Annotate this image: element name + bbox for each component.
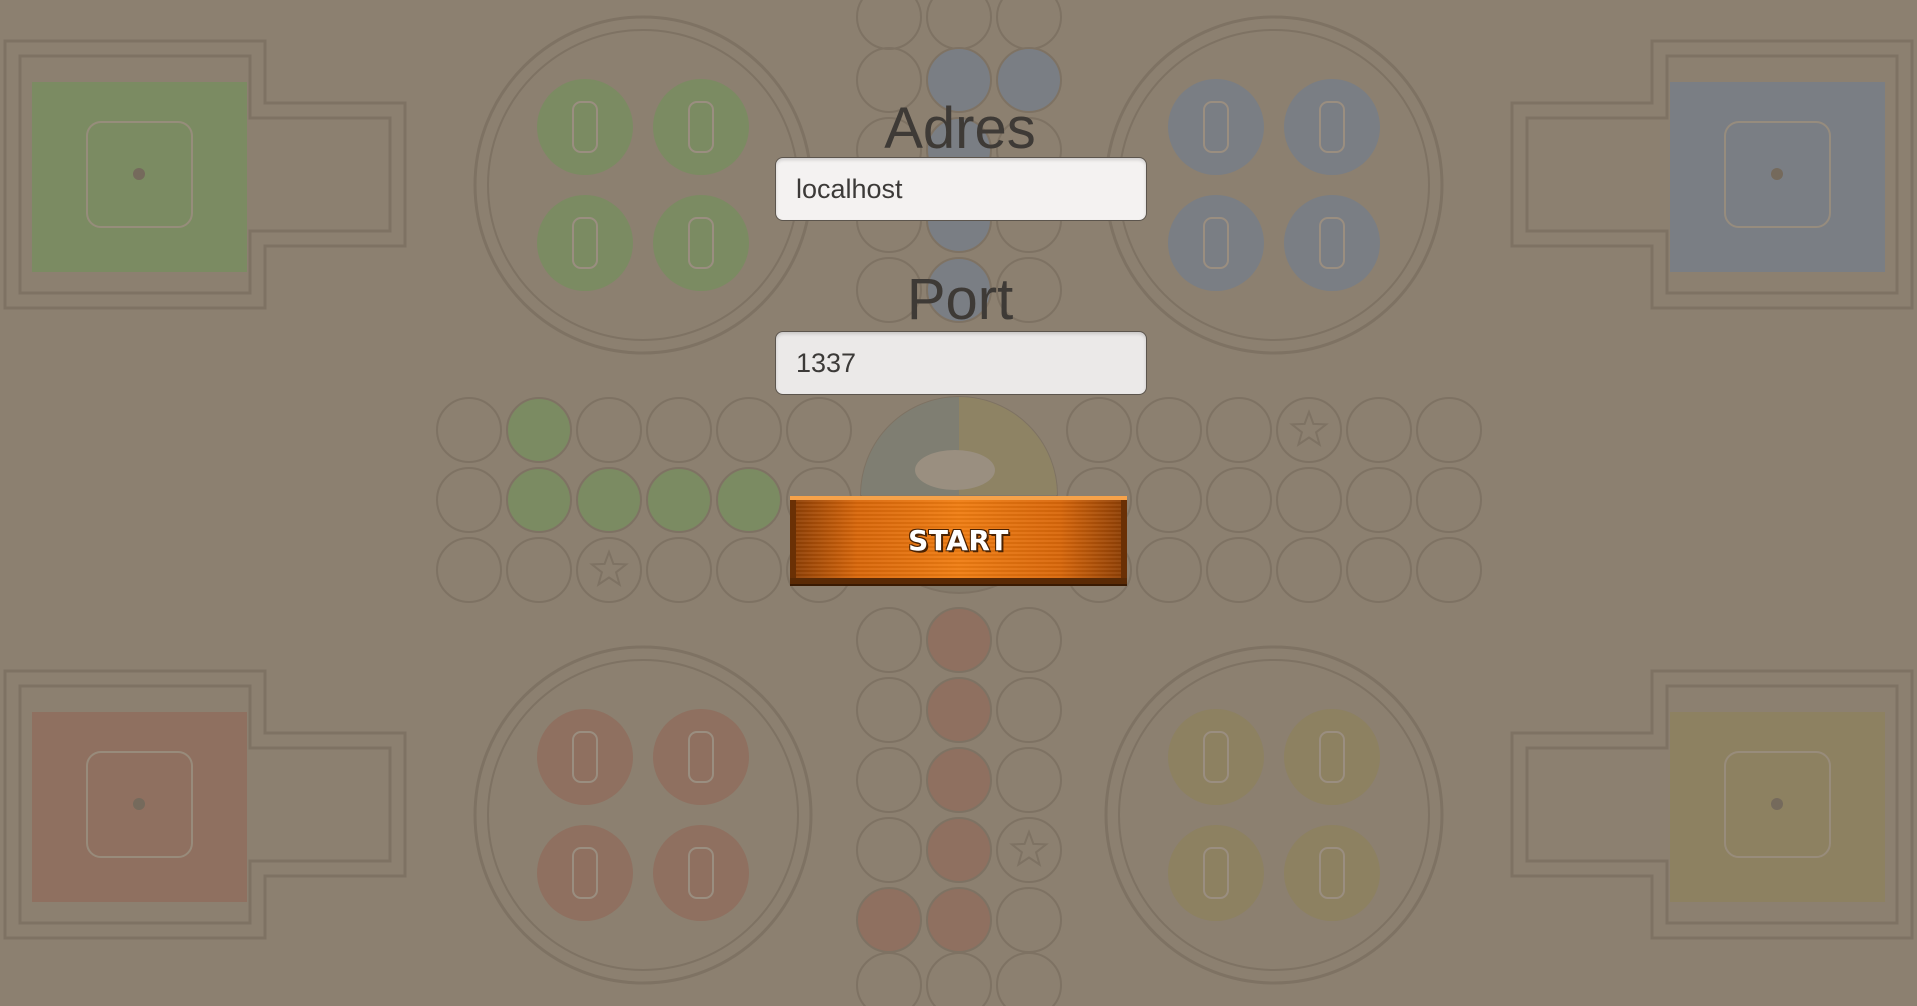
connection-form: Adres Port START bbox=[0, 0, 1917, 1006]
address-label: Adres bbox=[884, 96, 1036, 161]
port-input[interactable] bbox=[775, 331, 1147, 395]
address-input[interactable] bbox=[775, 157, 1147, 221]
start-button[interactable]: START bbox=[790, 496, 1127, 584]
port-label: Port bbox=[906, 267, 1014, 332]
